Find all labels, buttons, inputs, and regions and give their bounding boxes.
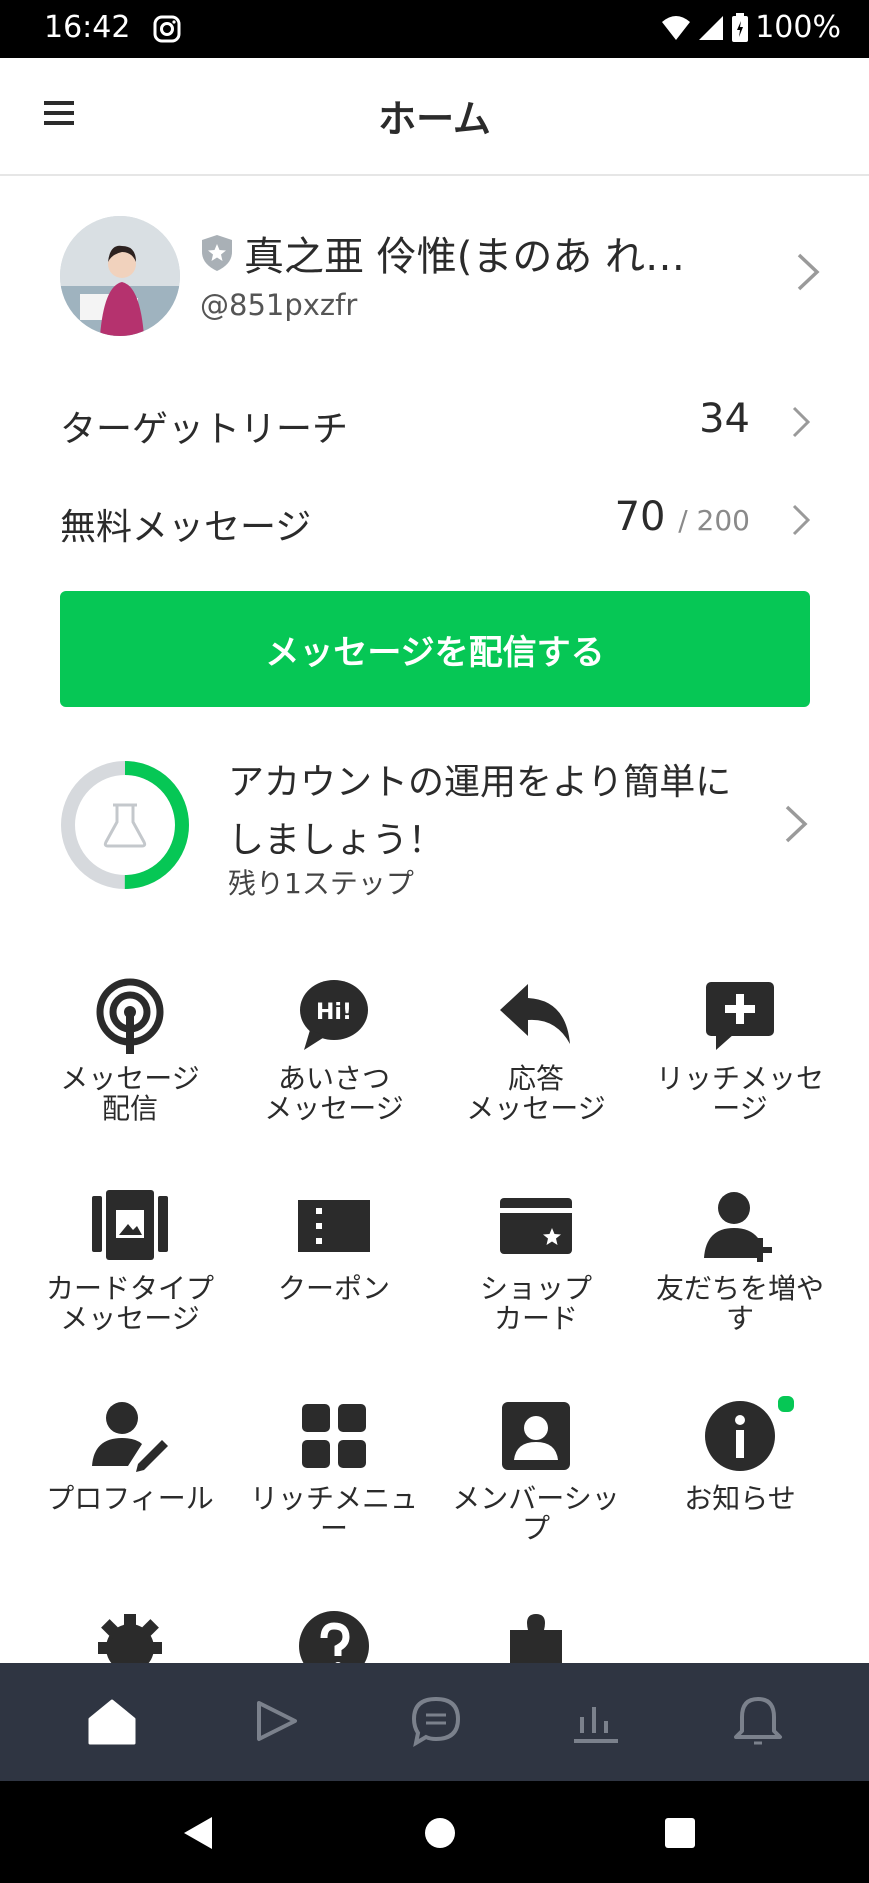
home-tab-icon[interactable] [84, 1693, 140, 1749]
system-navigation-bar [0, 1781, 869, 1883]
status-time: 16:42 [44, 10, 131, 45]
notifications-tab-icon[interactable] [730, 1693, 786, 1749]
account-id: @851pxzfr [200, 288, 358, 322]
membership-icon [502, 1402, 570, 1470]
feature-shop-card[interactable]: ショップ カード [436, 1182, 636, 1362]
feature-notices[interactable]: お知らせ [640, 1392, 840, 1572]
feature-rich-message[interactable]: リッチメッセ ージ [640, 972, 840, 1152]
setup-remaining: 残り1ステップ [228, 867, 414, 900]
wifi-icon [662, 15, 691, 40]
profile-edit-icon [92, 1402, 168, 1472]
chevron-right-icon [792, 504, 810, 536]
feature-label: 応答 メッセージ [466, 1062, 606, 1125]
verified-shield-icon [202, 235, 232, 271]
feature-label: お知らせ [684, 1482, 796, 1515]
feature-label: カードタイプ メッセージ [45, 1272, 214, 1335]
setup-message: アカウントの運用をより簡単にしましょう！ [228, 762, 732, 861]
free-messages-limit: / 200 [678, 504, 750, 537]
feature-profile[interactable]: プロフィール [30, 1392, 230, 1572]
chat-tab-icon[interactable] [408, 1693, 464, 1749]
card-type-icon [92, 1190, 168, 1260]
feature-label: 友だちを増や す [655, 1272, 824, 1335]
recents-icon[interactable] [660, 1813, 700, 1853]
target-reach-label: ターゲットリーチ [60, 409, 349, 450]
svg-text:Hi!: Hi! [316, 1000, 352, 1025]
new-notification-dot [776, 1394, 796, 1414]
feature-add-friends[interactable]: 友だちを増や す [640, 1182, 840, 1362]
chevron-right-icon [797, 253, 820, 291]
free-messages-row[interactable]: 無料メッセージ 70 / 200 [60, 492, 810, 552]
feature-label: クーポン [277, 1272, 390, 1305]
account-profile[interactable]: 真之亜 伶惟(まのあ れ… @851pxzfr [60, 216, 820, 338]
target-reach-row[interactable]: ターゲットリーチ 34 [60, 394, 810, 454]
feature-label: ショップ カード [479, 1272, 592, 1335]
add-friend-icon [704, 1192, 772, 1262]
setup-progress-card[interactable]: アカウントの運用をより簡単にしましょう！ 残り1ステップ [60, 760, 820, 910]
avatar-photo [60, 216, 180, 336]
feature-label: あいさつ メッセージ [264, 1062, 404, 1125]
greeting-hi-icon: Hi! [300, 980, 368, 1050]
target-reach-value: 34 [699, 396, 750, 442]
bottom-tab-bar [0, 1663, 869, 1781]
free-messages-label: 無料メッセージ [60, 507, 312, 548]
broadcast-icon [96, 978, 164, 1054]
chevron-right-icon [792, 406, 810, 438]
account-name: 真之亜 伶惟(まのあ れ… [244, 234, 686, 280]
send-message-button[interactable]: メッセージを配信する [60, 591, 810, 707]
instagram-icon [153, 15, 181, 43]
feature-label: メンバーシッ プ [452, 1482, 620, 1545]
reply-icon [500, 984, 570, 1044]
feature-greeting-message[interactable]: Hi! あいさつ メッセージ [234, 972, 434, 1152]
feature-card-type-message[interactable]: カードタイプ メッセージ [30, 1182, 230, 1362]
feature-label: プロフィール [46, 1482, 214, 1515]
info-icon [705, 1401, 775, 1471]
battery-percent: 100% [755, 10, 841, 45]
timeline-tab-icon[interactable] [247, 1693, 303, 1749]
avatar [60, 216, 180, 336]
status-bar: 16:42 100% [0, 0, 869, 58]
analytics-tab-icon[interactable] [568, 1693, 624, 1749]
chevron-right-icon [785, 805, 808, 843]
battery-icon [732, 12, 749, 42]
feature-label: リッチメニュ ー [249, 1482, 418, 1545]
back-icon[interactable] [178, 1813, 218, 1853]
free-messages-count: 70 [614, 494, 666, 540]
feature-rich-menu[interactable]: リッチメニュ ー [234, 1392, 434, 1572]
home-button-icon[interactable] [420, 1813, 460, 1853]
account-name-row: 真之亜 伶惟(まのあ れ… [200, 224, 685, 282]
status-right: 100% [661, 10, 841, 45]
signal-icon [699, 15, 724, 40]
feature-coupon[interactable]: クーポン [234, 1182, 434, 1362]
free-messages-value: 70 / 200 [615, 494, 750, 540]
feature-label: リッチメッセ ージ [655, 1062, 824, 1125]
feature-message-broadcast[interactable]: メッセージ 配信 [30, 972, 230, 1152]
flask-icon [103, 803, 147, 848]
feature-membership[interactable]: メンバーシッ プ [436, 1392, 636, 1572]
setup-progress-ring [61, 761, 189, 889]
app-header: ホーム [0, 58, 869, 176]
page-title: ホーム [378, 97, 491, 141]
shop-card-icon [500, 1198, 572, 1254]
rich-menu-icon [302, 1404, 366, 1468]
rich-message-icon [706, 982, 774, 1050]
feature-label: メッセージ 配信 [60, 1062, 200, 1125]
feature-auto-reply[interactable]: 応答 メッセージ [436, 972, 636, 1152]
coupon-icon [298, 1200, 370, 1252]
